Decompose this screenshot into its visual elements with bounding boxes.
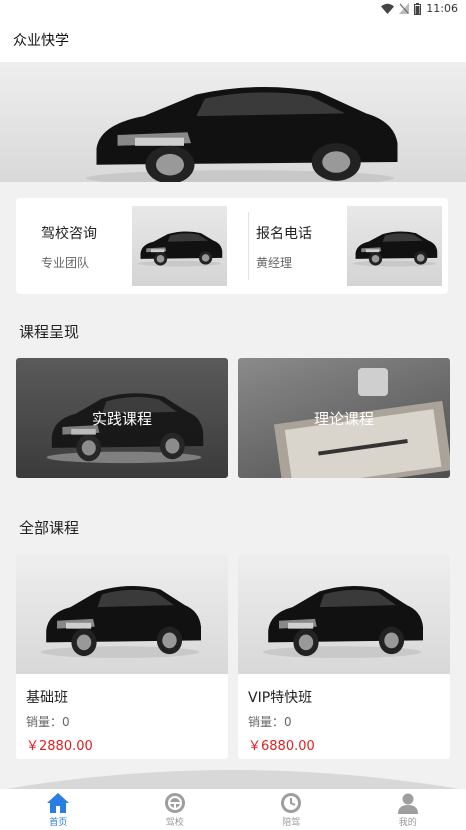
- bottom-tab-bar: 首页 驾校 陪驾 我的: [0, 789, 466, 830]
- phone-thumbnail: [347, 206, 442, 286]
- course-image: [16, 554, 228, 674]
- course-price: ￥6880.00: [248, 739, 315, 754]
- course-image: [238, 554, 450, 674]
- divider: [248, 212, 249, 280]
- tabbar-curve: [0, 770, 466, 790]
- category-theory-card[interactable]: 理论课程: [238, 358, 450, 478]
- course-name: VIP特快班: [248, 690, 313, 706]
- wifi-icon: [381, 3, 395, 14]
- app-bar: 众业快学: [0, 20, 466, 62]
- section-title-all: 全部课程: [19, 519, 80, 537]
- status-time: 11:06: [426, 2, 458, 15]
- tab-home-label: 首页: [49, 818, 68, 828]
- tab-mine[interactable]: 我的: [350, 789, 466, 830]
- category-theory-label: 理论课程: [313, 410, 374, 428]
- course-sales: 销量：0: [26, 715, 70, 729]
- course-price: ￥2880.00: [26, 739, 93, 754]
- consult-thumbnail: [132, 206, 227, 286]
- battery-icon: [414, 2, 422, 15]
- consult-title: 驾校咨询: [41, 226, 97, 242]
- course-sales: 销量：0: [248, 715, 292, 729]
- course-card-basic[interactable]: 基础班 销量：0 ￥2880.00: [16, 554, 228, 759]
- tab-accompany-label: 陪驾: [282, 818, 301, 828]
- category-practice-label: 实践课程: [91, 410, 152, 428]
- tab-driving-school-label: 驾校: [165, 818, 184, 828]
- user-icon: [397, 793, 418, 814]
- phone-title: 报名电话: [256, 226, 312, 242]
- home-icon: [47, 793, 70, 813]
- tab-home[interactable]: 首页: [0, 789, 117, 830]
- car-image: [86, 87, 398, 182]
- tab-mine-label: 我的: [398, 818, 417, 828]
- category-practice-card[interactable]: 实践课程: [16, 358, 228, 478]
- consult-subtitle: 专业团队: [41, 256, 90, 270]
- clock-icon: [281, 793, 302, 813]
- phone-subtitle: 黄经理: [256, 256, 293, 270]
- banner-image[interactable]: [0, 62, 466, 182]
- app-title: 众业快学: [13, 33, 69, 49]
- tab-accompany[interactable]: 陪驾: [233, 789, 350, 830]
- course-card-vip[interactable]: VIP特快班 销量：0 ￥6880.00: [238, 554, 450, 759]
- section-title-showcase: 课程呈现: [19, 323, 80, 341]
- info-card: 驾校咨询 专业团队 报名电话 黄经理: [16, 198, 448, 294]
- steering-wheel-icon: [164, 793, 185, 813]
- status-bar: 11:06: [0, 0, 466, 20]
- signal-off-icon: [399, 3, 410, 14]
- tab-driving-school[interactable]: 驾校: [117, 789, 234, 830]
- course-name: 基础班: [26, 690, 68, 706]
